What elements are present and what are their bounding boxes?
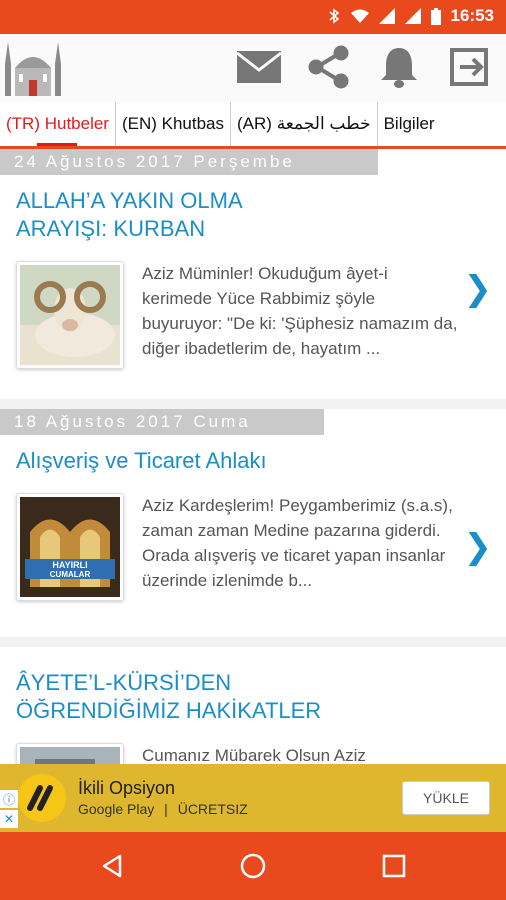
article-title: ÂYETE’L-KÜRSİ’DEN ÖĞRENDİĞİMİZ HAKİKATLE… bbox=[16, 670, 322, 723]
thumb-text: HAYIRLI bbox=[52, 560, 87, 570]
article-body: HAYIRLI CUMALAR Aziz Kardeşlerim! Peygam… bbox=[0, 487, 506, 615]
chevron-right-icon[interactable]: ❯ bbox=[464, 269, 493, 309]
thumb-text: CUMALAR bbox=[50, 570, 91, 579]
clock: 16:53 bbox=[450, 6, 494, 25]
ad-separator: | bbox=[164, 801, 168, 817]
ad-info-icon[interactable]: ⓘ bbox=[0, 790, 18, 808]
tab-bar: (TR) Hutbeler (EN) Khutbas (AR) خطب الجم… bbox=[0, 102, 506, 149]
notifications-button[interactable] bbox=[376, 44, 422, 90]
article-title: Alışveriş ve Ticaret Ahlakı bbox=[16, 448, 267, 473]
article-excerpt: Cumanız Mübarek Olsun Aziz bbox=[142, 746, 366, 764]
recents-button[interactable] bbox=[374, 846, 414, 886]
article-thumbnail bbox=[16, 261, 124, 369]
article-card[interactable]: 18 Ağustos 2017 Cuma Alışveriş ve Ticare… bbox=[0, 409, 506, 637]
share-icon bbox=[308, 45, 349, 89]
article-card[interactable]: 24 Ağustos 2017 Perşembe ALLAH’A YAKIN O… bbox=[0, 149, 506, 399]
chevron-right-icon[interactable]: ❯ bbox=[464, 527, 493, 567]
logout-button[interactable] bbox=[446, 44, 492, 90]
article-list: 24 Ağustos 2017 Perşembe ALLAH’A YAKIN O… bbox=[0, 149, 506, 764]
tab-label: (AR) خطب الجمعة bbox=[237, 114, 371, 133]
wifi-icon bbox=[350, 9, 369, 23]
ad-store: Google Play bbox=[78, 801, 155, 817]
article-date: 24 Ağustos 2017 Perşembe bbox=[0, 149, 378, 175]
tab-ar-khutab[interactable]: (AR) خطب الجمعة bbox=[231, 102, 378, 146]
tab-bilgiler[interactable]: Bilgiler bbox=[378, 102, 441, 146]
mail-icon bbox=[236, 51, 282, 83]
ad-close-icon[interactable]: ✕ bbox=[0, 810, 18, 828]
ram-image bbox=[20, 265, 120, 365]
article-card[interactable]: ÂYETE’L-KÜRSİ’DEN ÖĞRENDİĞİMİZ HAKİKATLE… bbox=[0, 647, 506, 764]
signal-2-icon bbox=[404, 8, 421, 24]
ad-price: ÜCRETSIZ bbox=[177, 801, 248, 817]
install-button[interactable]: YÜKLE bbox=[402, 781, 490, 815]
tab-label: (EN) Khutbas bbox=[121, 114, 225, 133]
navigation-bar bbox=[0, 832, 506, 900]
tab-label: (TR) Hutbeler bbox=[6, 114, 109, 133]
mosque-interior-image: HAYIRLI CUMALAR bbox=[20, 497, 120, 597]
bell-icon bbox=[381, 48, 417, 88]
ad-subtitle: Google Play | ÜCRETSIZ bbox=[78, 801, 248, 817]
bluetooth-icon bbox=[328, 8, 339, 24]
app-logo-icon bbox=[27, 785, 53, 811]
share-button[interactable] bbox=[306, 44, 352, 90]
ad-title: İkili Opsiyon bbox=[78, 778, 176, 798]
app-bar-actions bbox=[236, 44, 492, 90]
back-button[interactable] bbox=[92, 846, 132, 886]
home-button[interactable] bbox=[233, 846, 273, 886]
home-icon bbox=[240, 853, 266, 879]
mail-button[interactable] bbox=[236, 44, 282, 90]
tab-en-khutbas[interactable]: (EN) Khutbas bbox=[116, 102, 232, 146]
back-icon bbox=[102, 854, 122, 878]
article-thumbnail bbox=[16, 743, 124, 764]
tab-tr-hutbeler[interactable]: (TR) Hutbeler bbox=[0, 102, 116, 146]
article-thumbnail: HAYIRLI CUMALAR bbox=[16, 493, 124, 601]
recents-icon bbox=[382, 854, 406, 878]
mosque-logo bbox=[5, 42, 61, 96]
article-body: Aziz Müminler! Okuduğum âyet-i kerimede … bbox=[0, 255, 506, 383]
status-icons: 16:53 bbox=[327, 6, 494, 26]
app-bar bbox=[0, 34, 506, 103]
article-image bbox=[20, 747, 120, 764]
exit-icon bbox=[450, 48, 488, 86]
article-excerpt: Aziz Müminler! Okuduğum âyet-i kerimede … bbox=[142, 264, 458, 358]
ad-app-logo bbox=[18, 774, 66, 822]
tab-label: Bilgiler bbox=[383, 114, 435, 133]
article-date: 18 Ağustos 2017 Cuma bbox=[0, 409, 324, 435]
status-bar: 16:53 bbox=[0, 0, 506, 34]
article-body: Cumanız Mübarek Olsun Aziz bbox=[0, 737, 506, 764]
article-title: ALLAH’A YAKIN OLMA ARAYIŞI: KURBAN bbox=[16, 188, 242, 241]
ad-banner[interactable]: ⓘ ✕ İkili Opsiyon Google Play | ÜCRETSIZ… bbox=[0, 764, 506, 832]
article-excerpt: Aziz Kardeşlerim! Peygamberimiz (s.a.s),… bbox=[142, 496, 453, 590]
signal-icon bbox=[378, 8, 395, 24]
battery-icon bbox=[430, 7, 441, 25]
